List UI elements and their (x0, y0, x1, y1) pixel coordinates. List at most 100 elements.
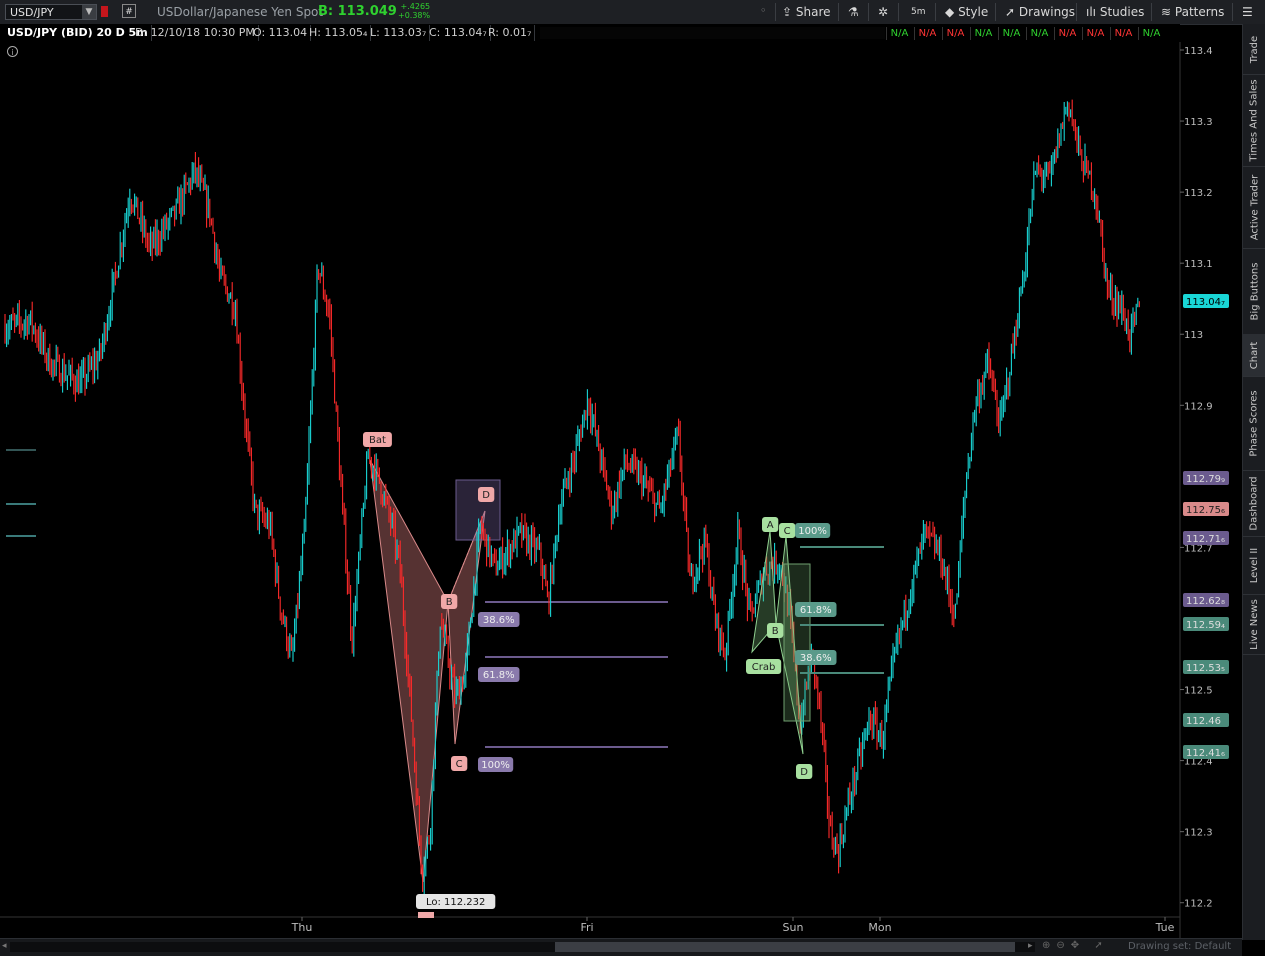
x-tick-label: Tue (1155, 921, 1175, 934)
low-marker (418, 912, 434, 918)
link-hash-button[interactable]: # (122, 4, 136, 18)
menu-icon[interactable]: ☰ (1242, 5, 1253, 19)
price-marker-label: 112.46 (1186, 716, 1221, 727)
bat-point-c: C (456, 759, 463, 770)
tab-big-buttons[interactable]: Big Buttons (1243, 248, 1265, 335)
patterns-icon: ≋ (1161, 5, 1172, 19)
symbol-text: USD/JPY (10, 6, 54, 19)
drawings-button[interactable]: ➚ Drawings (1005, 5, 1075, 19)
x-tick-label: Fri (580, 921, 593, 934)
drawing-set-label: Drawing set: Default (1128, 941, 1232, 952)
tab-times-and-sales[interactable]: Times And Sales (1243, 74, 1265, 167)
x-tick-label: Sun (783, 921, 804, 934)
price-chart[interactable]: 113.4 113.3 113.2 113.1 113 112.9 112.7 112.5 11… (0, 24, 1242, 938)
tab-label: Dashboard (1249, 475, 1261, 531)
tab-dashboard[interactable]: Dashboard (1243, 470, 1265, 537)
crab-pattern[interactable] (751, 530, 884, 755)
symbol-description: USDollar/Japanese Yen Spot (157, 5, 324, 19)
chevron-down-icon[interactable]: ▼ (82, 5, 96, 19)
price-marker-label: 112.79₉ (1186, 474, 1225, 485)
style-button[interactable]: ◆ Style (945, 5, 988, 19)
patterns-label: Patterns (1174, 5, 1225, 19)
studies-label: Studies (1099, 5, 1145, 19)
tab-phase-scores[interactable]: Phase Scores (1243, 376, 1265, 471)
study-value: N/A (1110, 27, 1136, 40)
y-tick-label: 113 (1184, 330, 1203, 341)
study-value: N/A (886, 27, 912, 40)
crab-fib-label: 61.8% (800, 605, 832, 616)
timeframe-button[interactable]: 5m (911, 7, 926, 17)
tab-label: Active Trader (1249, 174, 1261, 240)
tab-label: Chart (1249, 341, 1261, 369)
y-tick-label: 112.9 (1184, 401, 1213, 412)
study-value: N/A (1026, 27, 1052, 40)
study-value: N/A (942, 27, 968, 40)
y-tick-label: 113.2 (1184, 188, 1213, 199)
price-marker-label: 112.75₆ (1186, 505, 1225, 516)
style-label: Style (958, 5, 989, 19)
study-value: N/A (1082, 27, 1108, 40)
tab-trade[interactable]: Trade (1243, 24, 1265, 75)
scroll-left-icon[interactable]: ◂ (2, 941, 7, 951)
y-tick-label: 112.7 (1184, 543, 1213, 554)
scrollbar-thumb[interactable] (555, 942, 1015, 952)
crab-point-b: B (772, 626, 779, 637)
y-tick-label: 113.3 (1184, 117, 1213, 128)
studies-icon: ılı (1086, 5, 1097, 19)
symbol-selector[interactable]: USD/JPY ▼ (5, 4, 97, 20)
crab-point-c: C (784, 526, 791, 537)
price-marker-label: 113.04₇ (1186, 297, 1225, 308)
tab-chart[interactable]: Chart (1243, 334, 1265, 377)
crab-point-a: A (767, 520, 774, 531)
flag-icon[interactable] (101, 6, 108, 17)
bat-fib-label: 38.6% (483, 615, 515, 626)
tab-label: Big Buttons (1249, 262, 1260, 320)
study-value: N/A (1138, 27, 1164, 40)
gear-icon[interactable]: ✲ (878, 5, 888, 19)
bat-point-b: B (446, 597, 453, 608)
crab-label: Crab (752, 662, 776, 673)
bat-label: Bat (369, 435, 386, 446)
price-marker-label: 112.62₈ (1186, 596, 1225, 607)
bat-point-d: D (482, 490, 490, 501)
tab-level-ii[interactable]: Level II (1243, 536, 1265, 595)
share-label: Share (795, 5, 831, 19)
y-tick-label: 112.2 (1184, 899, 1213, 910)
tab-label: Phase Scores (1249, 389, 1261, 457)
price-marker-label: 112.71₆ (1186, 534, 1225, 545)
top-toolbar: USD/JPY ▼ # USDollar/Japanese Yen Spot B… (0, 0, 1265, 25)
price-marker-label: 112.41₆ (1186, 748, 1225, 759)
study-value: N/A (914, 27, 940, 40)
tab-label: Level II (1249, 547, 1261, 583)
x-axis: Thu Fri Sun Mon Tue (291, 917, 1175, 934)
crab-fib-label: 100% (798, 526, 827, 537)
change-value: +.4265 (400, 2, 431, 11)
study-value: N/A (998, 27, 1024, 40)
scroll-right-icon[interactable]: ▸ (1028, 941, 1033, 951)
right-side-tabs: Trade Times And Sales Active Trader Big But… (1242, 24, 1265, 940)
flask-icon[interactable]: ⚗ (848, 5, 859, 19)
tab-label: Live News (1249, 598, 1260, 650)
study-value: N/A (970, 27, 996, 40)
share-icon: ⇪ (782, 5, 793, 19)
bid-price: B: 113.049 (318, 4, 397, 19)
x-tick-label: Mon (868, 921, 891, 934)
y-tick-label: 113.4 (1184, 46, 1213, 57)
cursor-icon: ➚ (1005, 5, 1016, 19)
tab-active-trader[interactable]: Active Trader (1243, 166, 1265, 249)
y-tick-label: 113.1 (1184, 259, 1213, 270)
zoom-icons[interactable]: ⊕⊖✥ ➚ (1042, 940, 1109, 951)
price-change: +.4265 +0.38% (398, 2, 430, 20)
share-button[interactable]: ⇪ Share (782, 5, 831, 19)
y-tick-label: 112.5 (1184, 686, 1213, 697)
change-percent: +0.38% (398, 11, 431, 20)
patterns-button[interactable]: ≋ Patterns (1161, 5, 1224, 19)
bat-fib-label: 100% (481, 760, 510, 771)
studies-button[interactable]: ılı Studies (1086, 5, 1144, 19)
crab-point-d: D (800, 767, 808, 778)
low-label: Lo: 112.232 (426, 897, 485, 908)
candles (4, 99, 1140, 895)
info-dot-icon[interactable]: ◦ (760, 4, 767, 17)
tab-live-news[interactable]: Live News (1243, 594, 1265, 655)
drawings-label: Drawings (1018, 5, 1076, 19)
